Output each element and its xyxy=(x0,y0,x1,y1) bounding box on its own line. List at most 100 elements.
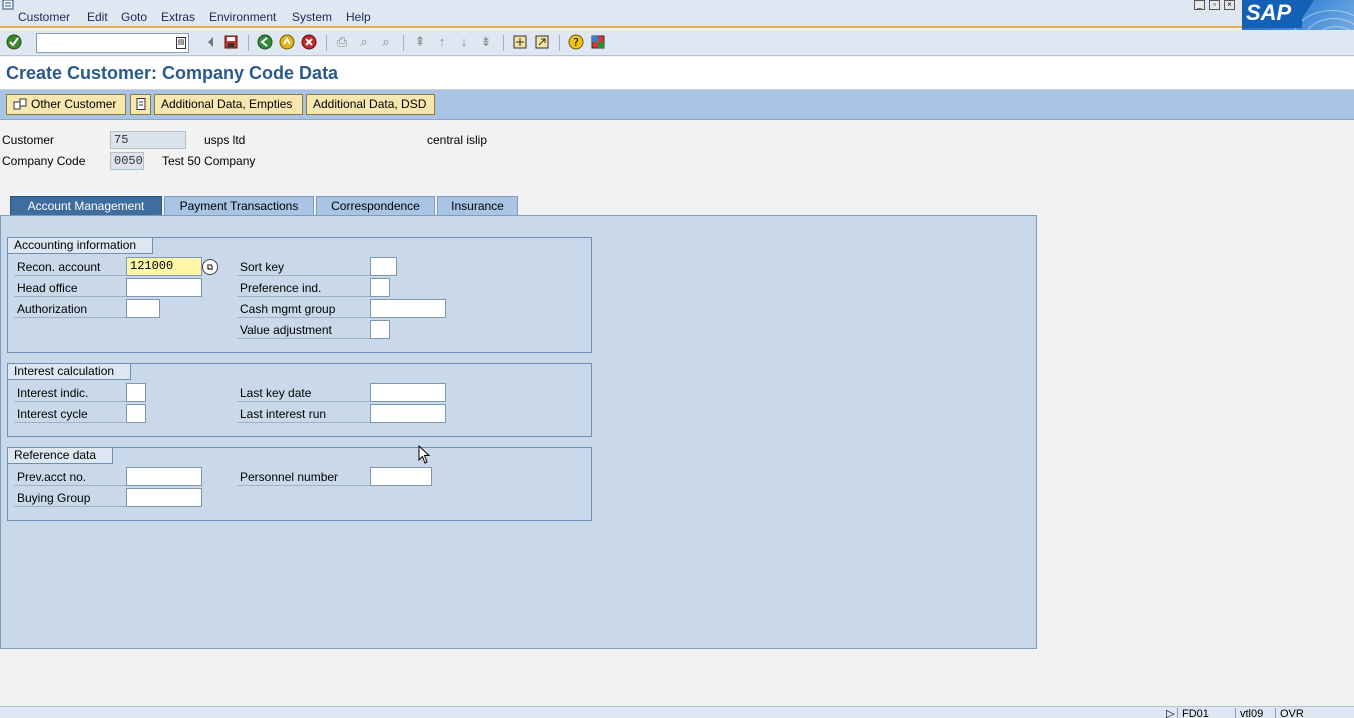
tab-correspondence[interactable]: Correspondence xyxy=(316,196,435,215)
toolbar-separator xyxy=(248,35,249,51)
menu-bar: Customer Edit Goto Extras Environment Sy… xyxy=(0,0,1354,28)
company-name: Test 50 Company xyxy=(162,154,256,168)
group-title: Accounting information xyxy=(8,238,154,254)
recon-account-field[interactable]: 121000 xyxy=(126,257,202,276)
additional-data-dsd-button[interactable]: Additional Data, DSD xyxy=(306,94,435,115)
logo-text: SAP xyxy=(1242,0,1302,28)
head-office-label: Head office xyxy=(14,280,126,297)
search-help-icon[interactable]: ⧉ xyxy=(202,259,218,275)
preference-ind-field[interactable] xyxy=(370,278,390,297)
last-key-date-label: Last key date xyxy=(237,385,370,402)
menu-customer[interactable]: Customer xyxy=(18,10,70,24)
status-expand-icon[interactable]: ▷ xyxy=(1162,708,1174,718)
accounting-information-group: Accounting information Recon. account 12… xyxy=(7,237,592,353)
previous-page-icon[interactable]: ↑ xyxy=(434,34,450,50)
standard-toolbar: ▤ ⎙ ⌕ ⌕ ⇞ ↑ ↓ ⇟ ? xyxy=(0,30,1354,56)
prev-acct-no-field[interactable] xyxy=(126,467,202,486)
menu-environment[interactable]: Environment xyxy=(209,10,276,24)
other-customer-icon xyxy=(13,98,27,110)
cash-mgmt-group-label: Cash mgmt group xyxy=(237,301,370,318)
additional-data-empties-button[interactable]: Additional Data, Empties xyxy=(154,94,303,115)
create-session-icon[interactable] xyxy=(512,34,528,50)
status-mode[interactable]: OVR xyxy=(1275,708,1304,718)
interest-calculation-group: Interest calculation Interest indic. Int… xyxy=(7,363,592,437)
customer-name: usps ltd xyxy=(204,133,246,147)
authorization-label: Authorization xyxy=(14,301,126,318)
tab-panel-account-management: Accounting information Recon. account 12… xyxy=(0,215,1037,649)
interest-cycle-label: Interest cycle xyxy=(14,406,126,423)
close-window-icon[interactable]: × xyxy=(1224,0,1235,10)
sort-key-label: Sort key xyxy=(237,259,370,276)
next-page-icon[interactable]: ↓ xyxy=(456,34,472,50)
cancel-icon[interactable] xyxy=(301,34,317,50)
customer-number-field: 75 xyxy=(110,131,186,149)
status-system: vtl09 xyxy=(1235,708,1263,718)
find-icon[interactable]: ⌕ xyxy=(356,34,372,50)
exit-icon[interactable] xyxy=(279,34,295,50)
tab-account-management[interactable]: Account Management xyxy=(10,196,162,215)
app-menu-icon[interactable] xyxy=(2,0,16,10)
find-next-icon[interactable]: ⌕ xyxy=(378,34,394,50)
menu-goto[interactable]: Goto xyxy=(121,10,147,24)
restore-icon[interactable]: ▫ xyxy=(1209,0,1220,10)
interest-cycle-field[interactable] xyxy=(126,404,146,423)
reference-data-group: Reference data Prev.acct no. Buying Grou… xyxy=(7,447,592,521)
personnel-number-label: Personnel number xyxy=(237,469,370,486)
menu-help[interactable]: Help xyxy=(346,10,371,24)
status-bar: ▷ FD01 vtl09 OVR xyxy=(0,706,1354,718)
company-code-field: 0050 xyxy=(110,152,144,170)
menu-system[interactable]: System xyxy=(292,10,332,24)
customer-city: central islip xyxy=(427,133,488,147)
sort-key-field[interactable] xyxy=(370,257,397,276)
layout-icon[interactable] xyxy=(590,34,606,50)
other-customer-label: Other Customer xyxy=(31,97,117,111)
application-toolbar: Other Customer Additional Data, Empties … xyxy=(0,90,1354,120)
green-back-icon[interactable] xyxy=(257,34,273,50)
title-bar: Create Customer: Company Code Data xyxy=(0,57,1354,90)
cash-mgmt-group-field[interactable] xyxy=(370,299,446,318)
command-field[interactable]: ▤ xyxy=(36,33,189,53)
recon-account-label: Recon. account xyxy=(14,259,126,276)
back-icon[interactable] xyxy=(203,34,219,50)
last-key-date-field[interactable] xyxy=(370,383,446,402)
document-button[interactable] xyxy=(130,94,151,115)
enter-icon[interactable] xyxy=(6,34,22,50)
last-interest-run-field[interactable] xyxy=(370,404,446,423)
company-code-label: Company Code xyxy=(2,154,86,168)
document-icon xyxy=(136,98,146,110)
preference-ind-label: Preference ind. xyxy=(237,280,370,297)
help-icon[interactable]: ? xyxy=(568,34,584,50)
authorization-field[interactable] xyxy=(126,299,160,318)
interest-indic-field[interactable] xyxy=(126,383,146,402)
tab-insurance[interactable]: Insurance xyxy=(437,196,518,215)
other-customer-button[interactable]: Other Customer xyxy=(6,94,126,115)
toolbar-separator xyxy=(503,35,504,51)
shortcut-icon[interactable] xyxy=(534,34,550,50)
first-page-icon[interactable]: ⇞ xyxy=(412,34,428,50)
value-adjustment-label: Value adjustment xyxy=(237,322,370,339)
buying-group-label: Buying Group xyxy=(14,490,126,507)
toolbar-separator xyxy=(559,35,560,51)
menu-edit[interactable]: Edit xyxy=(87,10,108,24)
print-icon[interactable]: ⎙ xyxy=(334,34,350,50)
customer-label: Customer xyxy=(2,133,55,147)
last-page-icon[interactable]: ⇟ xyxy=(478,34,494,50)
last-interest-run-label: Last interest run xyxy=(237,406,370,423)
svg-text:?: ? xyxy=(573,36,579,49)
interest-indic-label: Interest indic. xyxy=(14,385,126,402)
toolbar-separator xyxy=(403,35,404,51)
status-transaction: FD01 xyxy=(1177,708,1209,718)
mouse-cursor-icon xyxy=(418,445,431,464)
menu-extras[interactable]: Extras xyxy=(161,10,195,24)
buying-group-field[interactable] xyxy=(126,488,202,507)
value-adjustment-field[interactable] xyxy=(370,320,390,339)
head-office-field[interactable] xyxy=(126,278,202,297)
save-icon[interactable] xyxy=(223,34,239,50)
tab-payment-transactions[interactable]: Payment Transactions xyxy=(164,196,314,215)
page-title: Create Customer: Company Code Data xyxy=(6,63,339,83)
personnel-number-field[interactable] xyxy=(370,467,432,486)
group-title: Reference data xyxy=(8,448,114,464)
command-input[interactable] xyxy=(39,35,169,51)
minimize-icon[interactable]: _ xyxy=(1194,0,1205,10)
command-history-icon[interactable]: ▤ xyxy=(176,37,186,49)
